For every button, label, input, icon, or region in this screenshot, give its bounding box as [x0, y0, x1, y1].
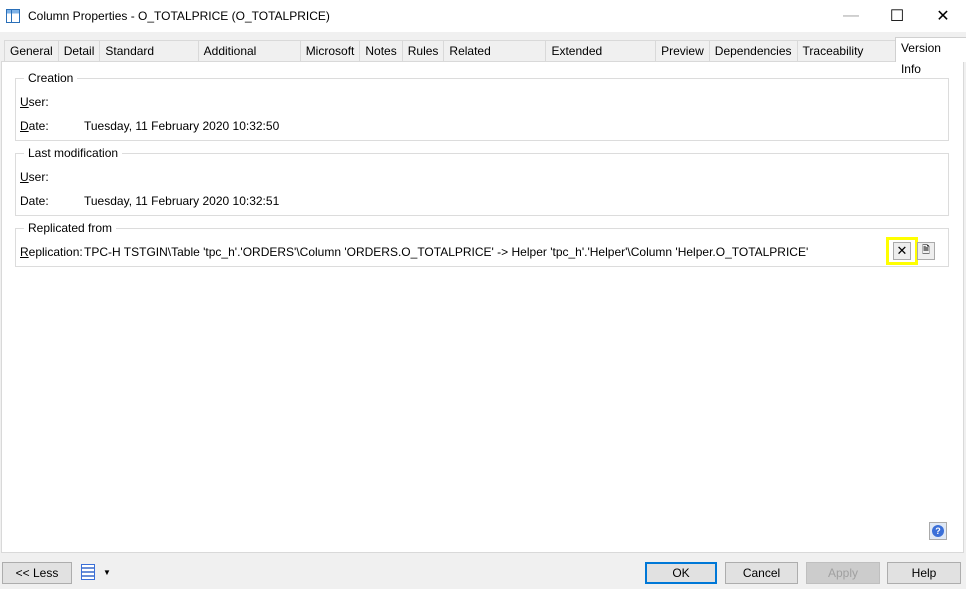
tab-version-info[interactable]: Version Info — [894, 37, 966, 76]
tab-dependencies[interactable]: Dependencies — [708, 40, 798, 62]
apply-button[interactable]: Apply — [806, 562, 880, 584]
minimize-button[interactable]: — — [828, 0, 874, 32]
dropdown-arrow-icon[interactable]: ▼ — [103, 568, 111, 577]
replication-group: Replicated from Replication: TPC-H TSTGI… — [15, 221, 949, 267]
ok-button[interactable]: OK — [645, 562, 717, 584]
help-button[interactable]: Help — [887, 562, 961, 584]
cancel-button[interactable]: Cancel — [725, 562, 798, 584]
modification-date-value: Tuesday, 11 February 2020 10:32:51 — [84, 194, 280, 208]
modification-date-label: Date: — [20, 194, 49, 208]
creation-legend: Creation — [24, 71, 78, 85]
document-icon[interactable] — [81, 564, 95, 580]
tab-detail[interactable]: Detail — [57, 40, 101, 62]
title-bar: Column Properties - O_TOTALPRICE (O_TOTA… — [0, 0, 966, 32]
tab-rules[interactable]: Rules — [401, 40, 445, 62]
tab-extended-attributes[interactable]: Extended Attributes — [545, 40, 657, 79]
maximize-button[interactable]: ☐ — [874, 0, 920, 32]
replication-value: TPC-H TSTGIN\Table 'tpc_h'.'ORDERS'\Colu… — [84, 245, 809, 259]
replication-label: Replication: — [20, 245, 83, 259]
delete-replication-button[interactable]: ✕ — [893, 242, 911, 260]
tab-additional-checks[interactable]: Additional Checks — [197, 40, 301, 79]
tab-general[interactable]: General — [4, 40, 59, 62]
help-button-small[interactable]: ? — [929, 522, 947, 540]
tab-related-diagrams[interactable]: Related Diagrams — [443, 40, 547, 79]
tab-microsoft[interactable]: Microsoft — [299, 40, 361, 62]
window-title: Column Properties - O_TOTALPRICE (O_TOTA… — [28, 9, 330, 23]
creation-date-value: Tuesday, 11 February 2020 10:32:50 — [84, 119, 280, 133]
help-icon: ? — [932, 525, 944, 537]
table-icon — [6, 9, 20, 23]
less-button[interactable]: << Less — [2, 562, 72, 584]
close-button[interactable]: ✕ — [920, 0, 966, 32]
version-info-panel: Creation User: Date: Tuesday, 11 Februar… — [1, 61, 964, 553]
modification-user-label: User: — [20, 170, 49, 184]
creation-group: Creation User: Date: Tuesday, 11 Februar… — [15, 71, 949, 141]
tab-standard-checks[interactable]: Standard Checks — [99, 40, 199, 79]
tab-traceability-links[interactable]: Traceability Links — [796, 40, 896, 79]
properties-icon: 🗎 — [921, 244, 931, 256]
tab-notes[interactable]: Notes — [359, 40, 403, 62]
modification-legend: Last modification — [24, 146, 123, 160]
creation-date-label: Date: — [20, 119, 49, 133]
modification-group: Last modification User: Date: Tuesday, 1… — [15, 146, 949, 216]
tab-preview[interactable]: Preview — [655, 40, 710, 62]
replication-legend: Replicated from — [24, 221, 117, 235]
tab-bar: GeneralDetailStandard ChecksAdditional C… — [4, 37, 966, 79]
close-icon: ✕ — [896, 243, 908, 258]
replication-properties-button[interactable]: 🗎 — [917, 242, 935, 260]
creation-user-label: User: — [20, 95, 49, 109]
